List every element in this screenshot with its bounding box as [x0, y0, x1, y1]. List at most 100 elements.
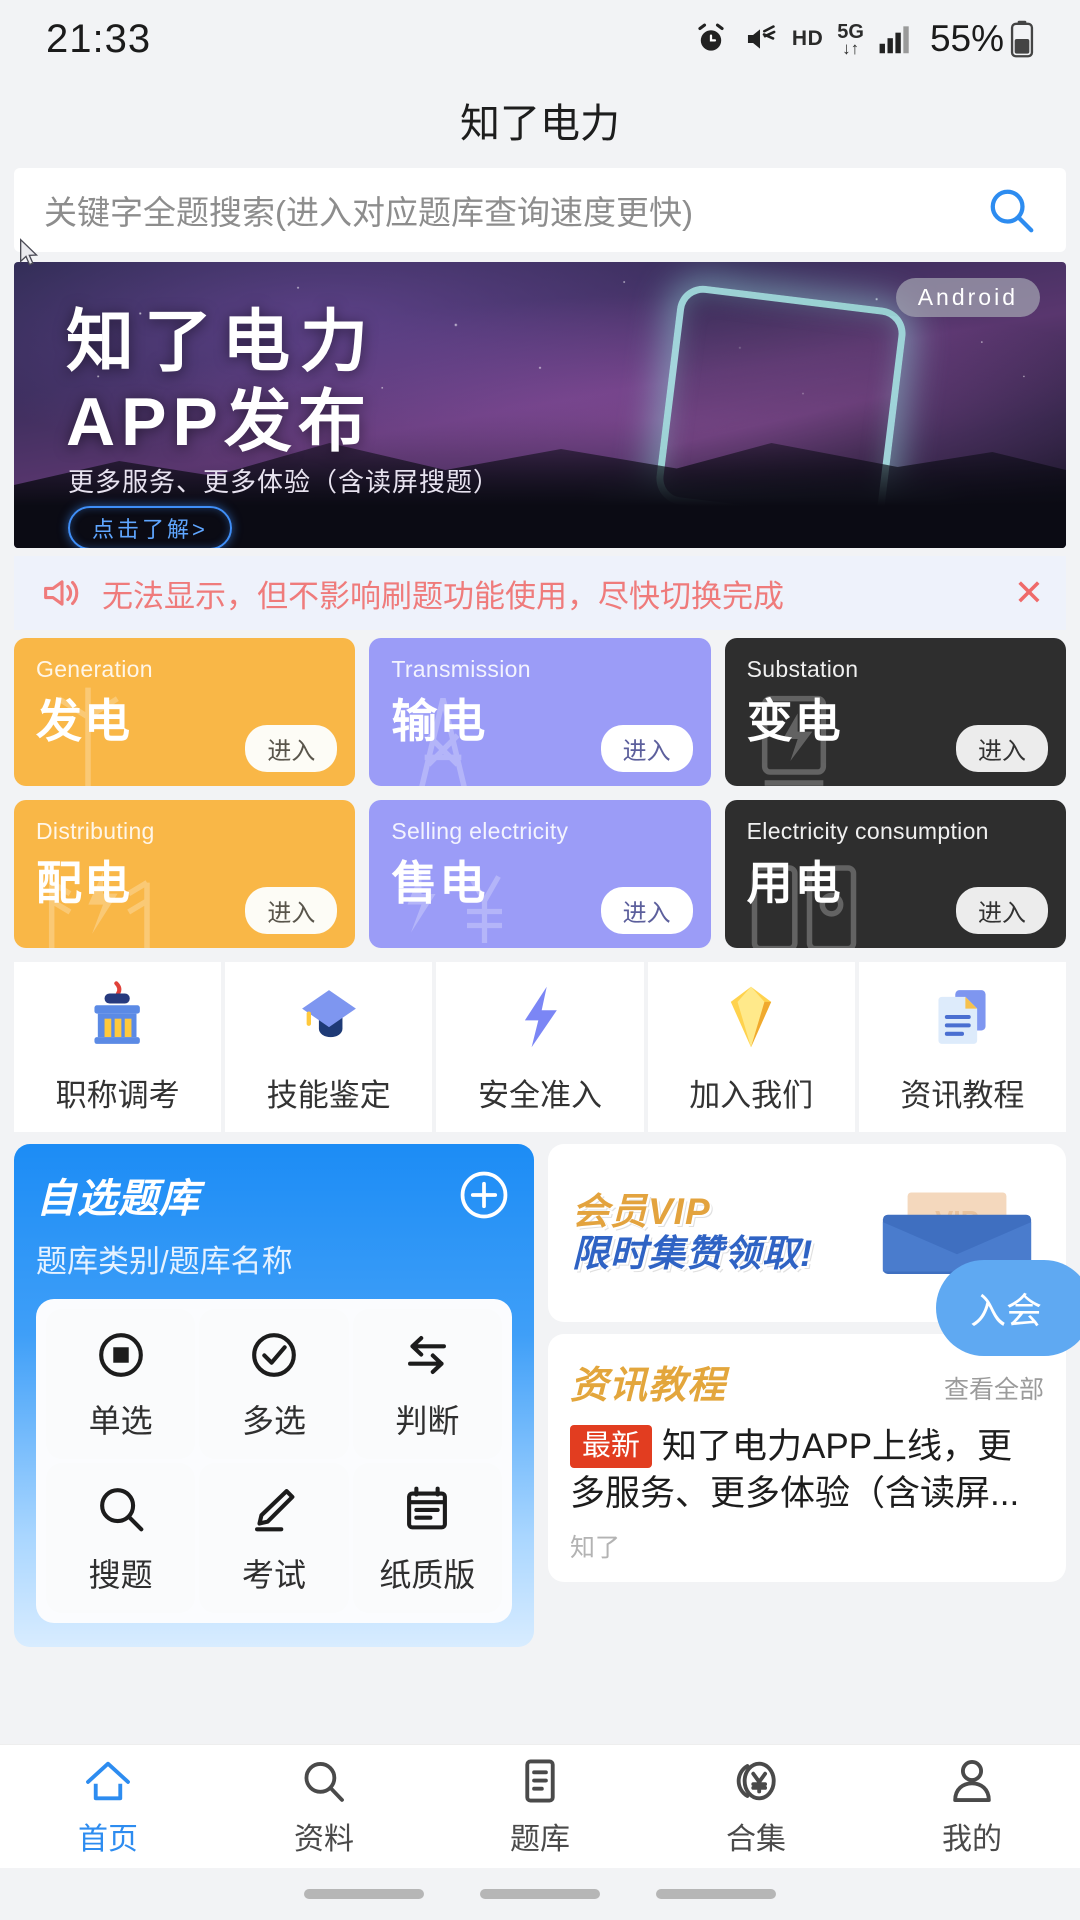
tab-materials[interactable]: 资料 [216, 1756, 432, 1858]
category-card-distributing[interactable]: Distributing 配电 进入 [14, 800, 356, 948]
tab-label: 资料 [294, 1822, 354, 1856]
vip-prefix: 会员 [572, 1191, 648, 1233]
promo-banner[interactable]: 知了电力 APP发布 更多服务、更多体验（含读屏搜题） 点击了解> Androi… [14, 262, 1066, 548]
banner-title-line2: APP发布 [66, 384, 372, 461]
search-input[interactable]: 关键字全题搜索(进入对应题库查询速度更快) [44, 186, 693, 234]
category-card-generation[interactable]: Generation 发电 进入 [14, 638, 356, 786]
bank-item-label: 纸质版 [379, 1557, 476, 1593]
tab-question-bank[interactable]: 题库 [432, 1756, 648, 1858]
question-bank-grid: 单选 多选 判断 搜题 考试 纸质版 [36, 1299, 512, 1623]
gesture-bar [0, 1868, 1080, 1920]
tab-collection[interactable]: 合集 [648, 1756, 864, 1858]
graduation-cap-icon [301, 989, 356, 1037]
android-badge: Android [895, 278, 1040, 317]
news-badge: 最新 [570, 1425, 653, 1469]
quick-link-join[interactable]: 加入我们 [647, 962, 855, 1132]
category-card-selling[interactable]: Selling electricity 售电 进入 [369, 800, 711, 948]
category-grid: Generation 发电 进入 Transmission 输电 进入 Subs… [0, 630, 1080, 948]
signal-icon [879, 26, 909, 54]
book-icon [525, 1759, 555, 1802]
network-arrows: ↓↑ [842, 38, 860, 58]
person-icon [953, 1759, 991, 1802]
enter-button[interactable]: 进入 [245, 887, 338, 934]
category-en-label: Electricity consumption [746, 818, 989, 844]
question-bank-title: 自选题库 [36, 1177, 200, 1221]
tab-home[interactable]: 首页 [0, 1756, 216, 1858]
lower-section: 自选题库 题库类别/题库名称 单选 多选 判断 搜题 考试 纸质版 会员VIP … [14, 1144, 1080, 1647]
status-icons: HD 5G ↓↑ 55% [694, 18, 1034, 60]
close-icon[interactable]: ✕ [1014, 572, 1044, 614]
banner-section: 知了电力 APP发布 更多服务、更多体验（含读屏搜题） 点击了解> Androi… [0, 252, 1080, 548]
vip-line1: 会员VIP [572, 1193, 813, 1231]
gesture-recents-bar[interactable] [656, 1889, 776, 1899]
enter-button[interactable]: 进入 [956, 887, 1048, 934]
bottom-navigation: 首页 资料 题库 合集 我的 [0, 1744, 1080, 1868]
news-header: 资讯教程 查看全部 [570, 1354, 1044, 1409]
banner-title: 知了电力 APP发布 [66, 302, 378, 462]
quick-link-news[interactable]: 资讯教程 [858, 962, 1066, 1132]
search-icon[interactable] [984, 183, 1038, 237]
alarm-icon [698, 23, 724, 51]
news-title: 资讯教程 [570, 1365, 727, 1407]
bank-item-paper[interactable]: 纸质版 [352, 1463, 502, 1613]
bank-item-label: 判断 [395, 1403, 460, 1439]
bank-item-single-choice[interactable]: 单选 [46, 1309, 196, 1459]
enter-button[interactable]: 进入 [956, 725, 1048, 772]
hd-icon: HD [791, 27, 824, 50]
enter-button[interactable]: 进入 [245, 725, 338, 772]
quick-link-jineng[interactable]: 技能鉴定 [225, 962, 433, 1132]
category-card-transmission[interactable]: Transmission 输电 进入 [369, 638, 711, 786]
bank-item-multi-choice[interactable]: 多选 [199, 1309, 349, 1459]
gesture-home-bar[interactable] [480, 1889, 600, 1899]
right-column: 会员VIP 限时集赞领取! VIP 入会 资讯教程 查看全部 最新知了电力APP… [548, 1144, 1080, 1582]
news-item[interactable]: 最新 知了电力APP上线，更多服务、更多体验（含读屏... [570, 1423, 1044, 1518]
question-bank-card: 自选题库 题库类别/题库名称 单选 多选 判断 搜题 考试 纸质版 [14, 1144, 534, 1647]
tab-label: 题库 [510, 1822, 570, 1856]
banner-subtitle: 更多服务、更多体验（含读屏搜题） [68, 467, 501, 497]
building-icon [94, 980, 140, 1044]
announcement-bar[interactable]: 无法显示，但不影响刷题功能使用，尽快切换完成 ✕ [14, 556, 1066, 630]
gesture-back-bar[interactable] [304, 1889, 424, 1899]
view-all-link[interactable]: 查看全部 [944, 1370, 1044, 1406]
clipboard-icon [407, 1486, 448, 1530]
news-card: 资讯教程 查看全部 最新 知了电力APP上线，更多服务、更多体验（含读屏... 知… [548, 1334, 1066, 1582]
quick-link-zhicheng[interactable]: 职称调考 [14, 962, 222, 1132]
tab-label: 合集 [726, 1822, 786, 1856]
radio-filled-icon [98, 1333, 143, 1377]
yen-bolt-icon [407, 869, 503, 943]
yen-coin-icon [736, 1761, 776, 1800]
tab-label: 我的 [942, 1822, 1002, 1856]
speaker-icon [44, 580, 79, 606]
bank-item-judgement[interactable]: 判断 [352, 1309, 502, 1459]
bank-item-search[interactable]: 搜题 [46, 1463, 196, 1613]
banner-cta-button[interactable]: 点击了解> [68, 506, 232, 548]
quick-link-anquan[interactable]: 安全准入 [436, 962, 644, 1132]
transformer-icon [761, 695, 826, 786]
bank-item-label: 搜题 [88, 1557, 153, 1593]
arrows-lr-icon [408, 1336, 447, 1374]
category-card-substation[interactable]: Substation 变电 进入 [724, 638, 1066, 786]
question-bank-subtitle: 题库类别/题库名称 [36, 1244, 293, 1279]
category-card-consumption[interactable]: Electricity consumption 用电 进入 [724, 800, 1066, 948]
banner-title-line1: 知了电力 [66, 304, 379, 380]
plus-circle-icon[interactable] [456, 1167, 512, 1223]
tab-label: 首页 [78, 1822, 138, 1856]
tab-profile[interactable]: 我的 [864, 1756, 1080, 1858]
quick-link-label: 安全准入 [477, 1077, 602, 1113]
search-bar[interactable]: 关键字全题搜索(进入对应题库查询速度更快) [14, 168, 1066, 252]
search-icon [99, 1488, 144, 1532]
appliance-icon [751, 865, 856, 948]
check-circle-icon [252, 1333, 296, 1377]
enter-button[interactable]: 进入 [600, 725, 693, 772]
category-en-label: Transmission [391, 656, 531, 682]
bank-item-exam[interactable]: 考试 [199, 1463, 349, 1613]
mouse-cursor [20, 238, 39, 266]
announcement-text: 无法显示，但不影响刷题功能使用，尽快切换完成 [102, 578, 784, 614]
distribution-icon [48, 871, 150, 948]
vip-promo-card[interactable]: 会员VIP 限时集赞领取! VIP 入会 [548, 1144, 1080, 1356]
join-vip-button[interactable]: 入会 [936, 1260, 1080, 1356]
search-icon [304, 1761, 344, 1802]
enter-button[interactable]: 进入 [600, 887, 693, 934]
bank-item-label: 单选 [88, 1403, 153, 1439]
category-en-label: Selling electricity [391, 818, 569, 844]
